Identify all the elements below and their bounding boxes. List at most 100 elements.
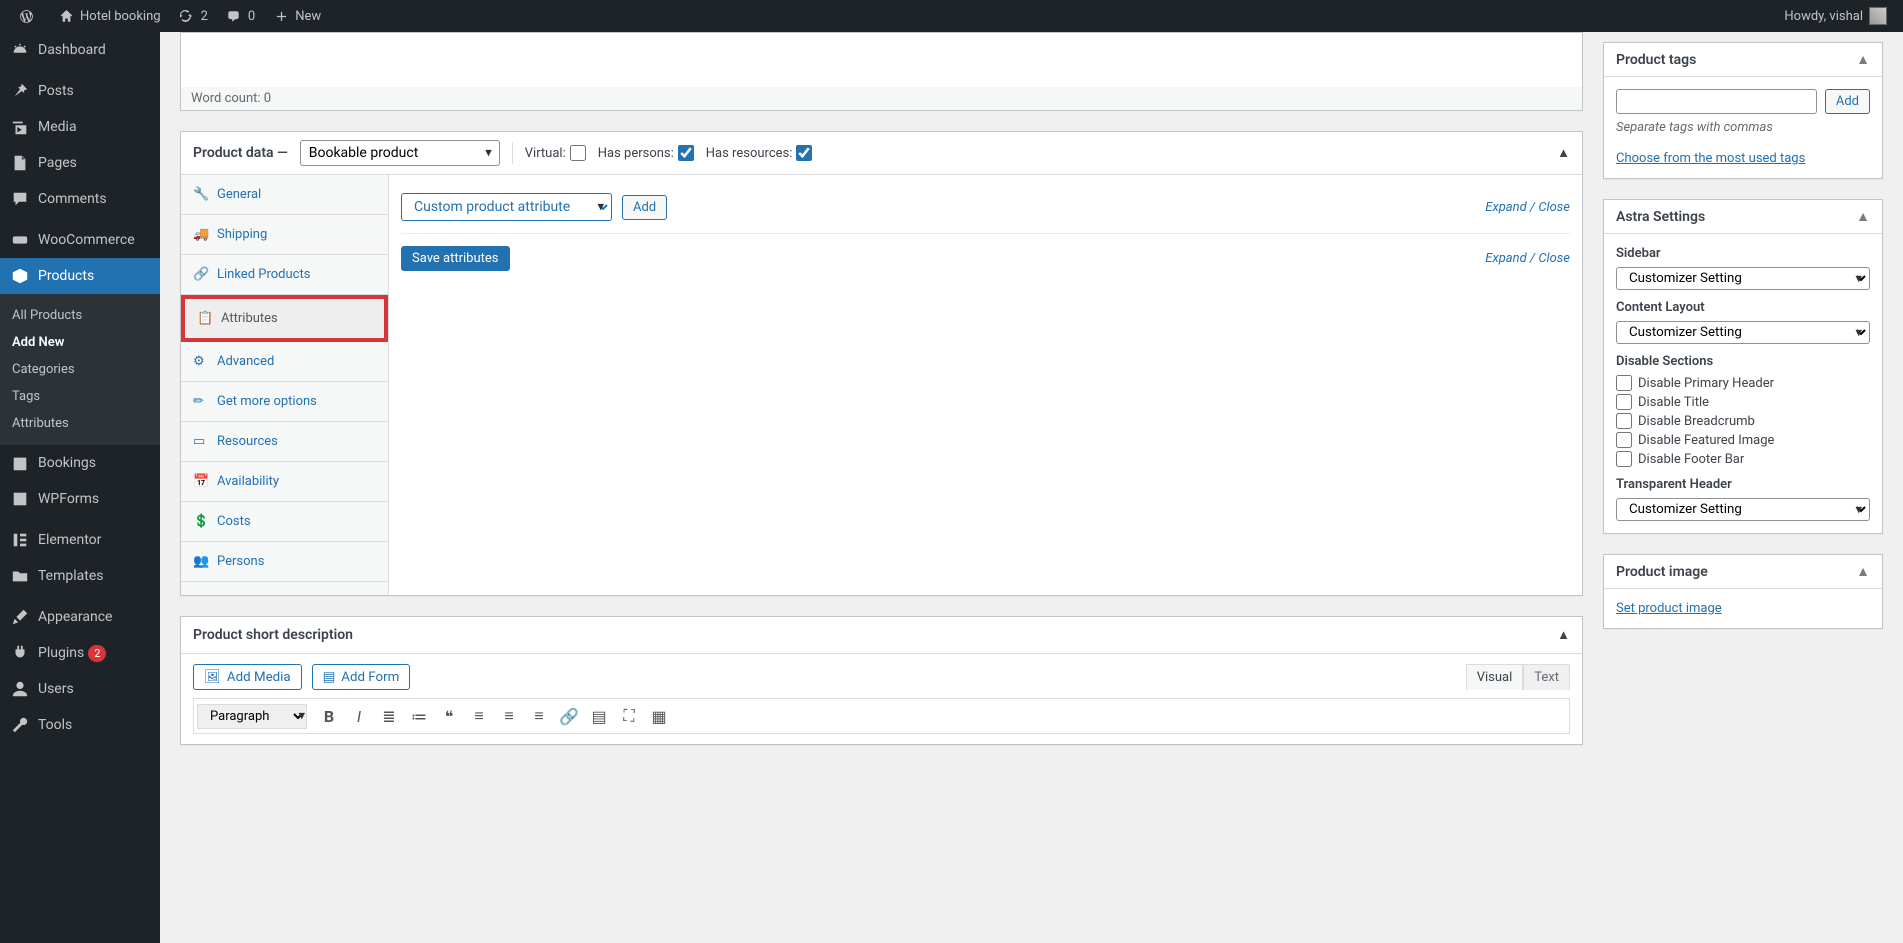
align-center-button[interactable]: ≡ xyxy=(495,702,523,730)
short-desc-toggle[interactable]: ▲ xyxy=(1557,627,1570,643)
has-persons-checkbox-label[interactable]: Has persons: xyxy=(598,145,694,161)
tab-icon: 💲 xyxy=(193,514,209,529)
italic-button[interactable]: I xyxy=(345,702,373,730)
content-layout-select[interactable]: Customizer Setting xyxy=(1616,321,1870,344)
image-toggle[interactable]: ▲ xyxy=(1856,563,1870,580)
align-left-button[interactable]: ≡ xyxy=(465,702,493,730)
content-editor-area[interactable] xyxy=(180,32,1583,87)
menu-item-elementor[interactable]: Elementor xyxy=(0,522,160,558)
fullscreen-button[interactable]: ⛶ xyxy=(615,702,643,730)
menu-item-wpforms[interactable]: WPForms xyxy=(0,481,160,517)
editor-toolbar: Paragraph B I ≣ ≔ ❝ ≡ ≡ ≡ 🔗 ▤ ⛶ ▦ xyxy=(193,698,1570,734)
product-data-toggle[interactable]: ▲ xyxy=(1557,145,1570,161)
menu-item-users[interactable]: Users xyxy=(0,671,160,707)
astra-check-disable-primary-header[interactable]: Disable Primary Header xyxy=(1616,375,1870,391)
pd-tab-linked-products[interactable]: 🔗Linked Products xyxy=(181,255,388,295)
attribute-type-select[interactable]: Custom product attribute xyxy=(401,193,612,221)
submenu-item-categories[interactable]: Categories xyxy=(0,356,160,383)
menu-item-products[interactable]: Products xyxy=(0,258,160,294)
pd-tab-get-more-options[interactable]: ✏Get more options xyxy=(181,382,388,422)
astra-check-disable-footer-bar[interactable]: Disable Footer Bar xyxy=(1616,451,1870,467)
el-icon xyxy=(10,530,30,550)
pd-tab-persons[interactable]: 👥Persons xyxy=(181,542,388,582)
astra-toggle[interactable]: ▲ xyxy=(1856,208,1870,225)
save-attributes-button[interactable]: Save attributes xyxy=(401,246,510,271)
menu-item-plugins[interactable]: Plugins2 xyxy=(0,635,160,671)
readmore-button[interactable]: ▤ xyxy=(585,702,613,730)
menu-item-comments[interactable]: Comments xyxy=(0,181,160,217)
pd-tab-attributes[interactable]: 📋Attributes xyxy=(181,295,388,342)
new-content-link[interactable]: New xyxy=(263,0,329,32)
quote-button[interactable]: ❝ xyxy=(435,702,463,730)
kitchen-sink-button[interactable]: ▦ xyxy=(645,702,673,730)
has-resources-checkbox[interactable] xyxy=(796,145,812,161)
astra-check-disable-featured-image[interactable]: Disable Featured Image xyxy=(1616,432,1870,448)
bold-button[interactable]: B xyxy=(315,702,343,730)
wp-logo[interactable] xyxy=(8,0,48,32)
forms-icon xyxy=(10,489,30,509)
link-button[interactable]: 🔗 xyxy=(555,702,583,730)
set-product-image-link[interactable]: Set product image xyxy=(1616,601,1722,616)
menu-item-woocommerce[interactable]: WooCommerce xyxy=(0,222,160,258)
pd-tab-availability[interactable]: 📅Availability xyxy=(181,462,388,502)
tags-toggle[interactable]: ▲ xyxy=(1856,51,1870,68)
has-persons-checkbox[interactable] xyxy=(678,145,694,161)
sidebar-label: Sidebar xyxy=(1616,246,1870,261)
add-attribute-button[interactable]: Add xyxy=(622,195,667,220)
pd-tab-general[interactable]: 🔧General xyxy=(181,175,388,215)
folder-icon xyxy=(10,566,30,586)
paragraph-select[interactable]: Paragraph xyxy=(197,704,307,729)
menu-item-templates[interactable]: Templates xyxy=(0,558,160,594)
submenu-item-all-products[interactable]: All Products xyxy=(0,302,160,329)
updates-link[interactable]: 2 xyxy=(169,0,216,32)
product-type-select[interactable]: Bookable product xyxy=(300,140,500,166)
menu-item-appearance[interactable]: Appearance xyxy=(0,599,160,635)
text-tab[interactable]: Text xyxy=(1523,664,1570,690)
woo-icon xyxy=(10,230,30,250)
user-account-link[interactable]: Howdy, vishal xyxy=(1776,0,1895,32)
virtual-checkbox-label[interactable]: Virtual: xyxy=(525,145,586,161)
astra-check-disable-breadcrumb[interactable]: Disable Breadcrumb xyxy=(1616,413,1870,429)
site-home-link[interactable]: Hotel booking xyxy=(48,0,169,32)
tags-help-text: Separate tags with commas xyxy=(1616,120,1870,135)
menu-item-pages[interactable]: Pages xyxy=(0,145,160,181)
pd-tab-resources[interactable]: ▭Resources xyxy=(181,422,388,462)
menu-item-dashboard[interactable]: Dashboard xyxy=(0,32,160,68)
menu-item-media[interactable]: Media xyxy=(0,109,160,145)
bullet-list-button[interactable]: ≣ xyxy=(375,702,403,730)
submenu-item-add-new[interactable]: Add New xyxy=(0,329,160,356)
menu-item-tools[interactable]: Tools xyxy=(0,707,160,743)
has-resources-checkbox-label[interactable]: Has resources: xyxy=(706,145,813,161)
wrench-icon xyxy=(10,715,30,735)
tag-input[interactable] xyxy=(1616,89,1817,114)
pd-tab-costs[interactable]: 💲Costs xyxy=(181,502,388,542)
submenu-item-tags[interactable]: Tags xyxy=(0,383,160,410)
add-tag-button[interactable]: Add xyxy=(1825,89,1870,114)
visual-tab[interactable]: Visual xyxy=(1466,664,1524,690)
pd-tab-shipping[interactable]: 🚚Shipping xyxy=(181,215,388,255)
comments-link[interactable]: 0 xyxy=(216,0,263,32)
astra-check-disable-title[interactable]: Disable Title xyxy=(1616,394,1870,410)
transparent-header-label: Transparent Header xyxy=(1616,477,1870,492)
expand-close-link-1[interactable]: Expand / Close xyxy=(1485,200,1570,215)
menu-item-posts[interactable]: Posts xyxy=(0,73,160,109)
add-form-button[interactable]: ▤Add Form xyxy=(312,664,411,690)
product-image-heading: Product image xyxy=(1616,564,1708,580)
pd-tab-advanced[interactable]: ⚙Advanced xyxy=(181,342,388,382)
add-media-button[interactable]: 🖼Add Media xyxy=(193,664,302,690)
choose-tags-link[interactable]: Choose from the most used tags xyxy=(1616,151,1805,166)
plus-icon xyxy=(271,6,291,26)
transparent-header-select[interactable]: Customizer Setting xyxy=(1616,498,1870,521)
short-description-heading: Product short description xyxy=(193,627,353,643)
expand-close-link-2[interactable]: Expand / Close xyxy=(1485,251,1570,266)
number-list-button[interactable]: ≔ xyxy=(405,702,433,730)
comment-icon xyxy=(224,6,244,26)
submenu-item-attributes[interactable]: Attributes xyxy=(0,410,160,437)
sidebar-select[interactable]: Customizer Setting xyxy=(1616,267,1870,290)
menu-item-bookings[interactable]: Bookings xyxy=(0,445,160,481)
update-badge: 2 xyxy=(88,645,106,662)
align-right-button[interactable]: ≡ xyxy=(525,702,553,730)
product-image-box: Product image ▲ Set product image xyxy=(1603,554,1883,629)
virtual-checkbox[interactable] xyxy=(570,145,586,161)
form-icon: ▤ xyxy=(323,670,336,685)
